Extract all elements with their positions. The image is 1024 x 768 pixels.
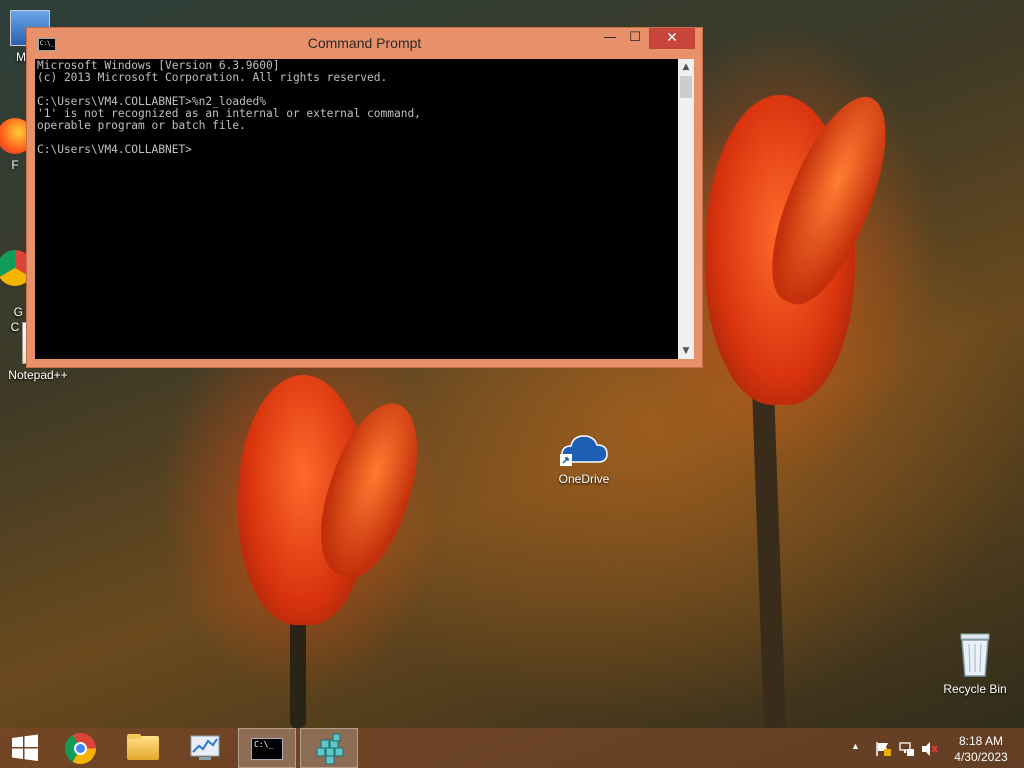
monitor-chart-icon	[190, 735, 220, 760]
desktop-icon-recycle-bin[interactable]: Recycle Bin	[940, 630, 1010, 696]
action-center-flag-icon[interactable]	[875, 741, 891, 757]
start-button[interactable]	[0, 728, 50, 768]
system-tray: ▲	[845, 728, 945, 768]
volume-muted-icon[interactable]	[921, 741, 939, 757]
scroll-down-arrow-icon[interactable]: ▼	[678, 343, 694, 359]
show-hidden-icons-chevron-icon[interactable]: ▲	[851, 741, 860, 751]
taskbar-remote-app[interactable]	[300, 728, 358, 768]
scroll-up-arrow-icon[interactable]: ▲	[678, 59, 694, 75]
taskbar-clock[interactable]: 8:18 AM 4/30/2023	[948, 733, 1014, 765]
desktop-icon-label: Recycle Bin	[943, 682, 1007, 696]
window-titlebar[interactable]: C:\_ Command Prompt — ☐ ✕	[27, 28, 702, 58]
console-line: operable program or batch file.	[37, 119, 246, 132]
taskbar: C:\_ ▲ 8:18 AM 4/30/2023	[0, 728, 1024, 768]
desktop-icon-label: F	[11, 158, 19, 172]
vertical-scrollbar[interactable]: ▲ ▼	[678, 59, 694, 359]
taskbar-command-prompt[interactable]: C:\_	[238, 728, 296, 768]
console-output[interactable]: Microsoft Windows [Version 6.3.9600] (c)…	[35, 59, 678, 359]
clock-date: 4/30/2023	[954, 750, 1008, 764]
clock-time: 8:18 AM	[958, 734, 1004, 748]
cloud-icon	[560, 435, 608, 466]
cubes-icon	[316, 733, 344, 765]
cmd-icon: C:\_	[251, 738, 283, 760]
network-icon[interactable]	[899, 741, 915, 757]
chrome-icon	[65, 733, 96, 764]
minimize-button[interactable]: —	[599, 28, 621, 49]
maximize-button[interactable]: ☐	[624, 28, 646, 49]
taskbar-performance-monitor[interactable]	[176, 728, 234, 768]
taskbar-chrome[interactable]	[52, 728, 110, 768]
command-prompt-window[interactable]: C:\_ Command Prompt — ☐ ✕ Microsoft Wind…	[26, 27, 703, 368]
desktop-icon-label: Notepad++	[8, 368, 68, 382]
console-line: (c) 2013 Microsoft Corporation. All righ…	[37, 71, 388, 84]
taskbar-file-explorer[interactable]	[114, 728, 172, 768]
folder-icon	[127, 736, 159, 760]
desktop-icon-onedrive[interactable]: OneDrive	[549, 430, 619, 486]
console-prompt-line: C:\Users\VM4.COLLABNET>	[37, 143, 192, 156]
scrollbar-thumb[interactable]	[680, 76, 692, 98]
windows-logo-icon	[12, 734, 38, 761]
recycle-bin-icon	[960, 633, 990, 677]
close-button[interactable]: ✕	[649, 28, 695, 49]
desktop-icon-label: OneDrive	[558, 472, 610, 486]
